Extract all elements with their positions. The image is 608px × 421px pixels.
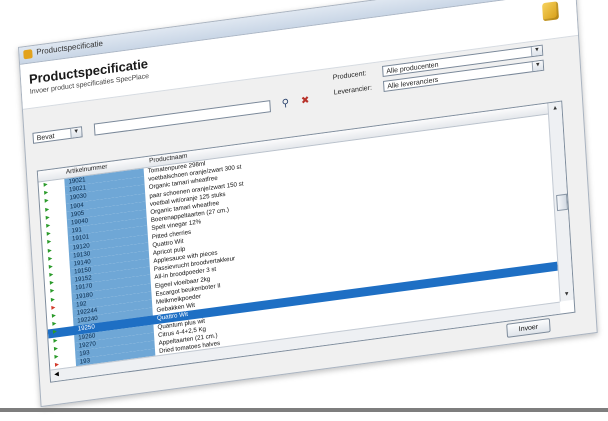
green-flag-icon: [44, 190, 49, 196]
green-flag-icon: [43, 182, 48, 187]
green-flag-icon: [50, 296, 55, 302]
scroll-up-icon[interactable]: ▲: [549, 103, 561, 114]
stage: Productspecificatie ▁ □ ✕ Productspecifi…: [0, 0, 608, 421]
green-flag-icon: [51, 313, 56, 318]
green-flag-icon: [54, 354, 59, 359]
scroll-thumb[interactable]: [556, 193, 568, 212]
scroll-left-icon[interactable]: ◀: [51, 370, 61, 380]
producent-label: Producent:: [332, 70, 367, 82]
match-mode-select[interactable]: Bevat ▼: [32, 126, 83, 144]
window-title: Productspecificatie: [36, 38, 104, 57]
green-flag-icon: [48, 264, 53, 269]
chevron-down-icon: ▼: [531, 60, 544, 72]
chevron-down-icon: ▼: [530, 45, 543, 57]
green-flag-icon: [52, 321, 57, 327]
binoculars-icon[interactable]: ⚲: [278, 97, 293, 111]
scroll-down-icon[interactable]: ▼: [561, 289, 573, 300]
green-flag-icon: [50, 288, 55, 294]
app-icon: [23, 49, 33, 60]
green-flag-icon: [53, 337, 58, 343]
brand-cube-icon: [542, 1, 559, 22]
clear-filter-icon[interactable]: ✖: [298, 95, 313, 109]
green-flag-icon: [46, 223, 51, 228]
application-window: Productspecificatie ▁ □ ✕ Productspecifi…: [18, 0, 598, 408]
red-flag-icon: [54, 362, 60, 368]
chevron-down-icon: ▼: [70, 127, 82, 138]
green-flag-icon: [48, 256, 53, 261]
green-flag-icon: [47, 239, 52, 245]
green-flag-icon: [47, 247, 52, 253]
search-input[interactable]: [93, 100, 271, 136]
match-mode-value: Bevat: [36, 132, 55, 143]
green-flag-icon: [53, 346, 59, 351]
leverancier-value: Alle leveranciers: [387, 76, 439, 91]
green-flag-icon: [45, 215, 50, 220]
green-flag-icon: [49, 272, 54, 277]
bottom-divider: [0, 408, 608, 412]
green-flag-icon: [44, 198, 49, 204]
invoer-button[interactable]: Invoer: [506, 318, 551, 338]
leverancier-label: Leverancier:: [333, 84, 373, 97]
green-flag-icon: [46, 231, 51, 236]
green-flag-icon: [45, 206, 50, 212]
green-flag-icon: [49, 280, 54, 286]
red-flag-icon: [51, 305, 56, 310]
producent-value: Alle producenten: [386, 61, 439, 76]
green-flag-icon: [52, 329, 58, 335]
